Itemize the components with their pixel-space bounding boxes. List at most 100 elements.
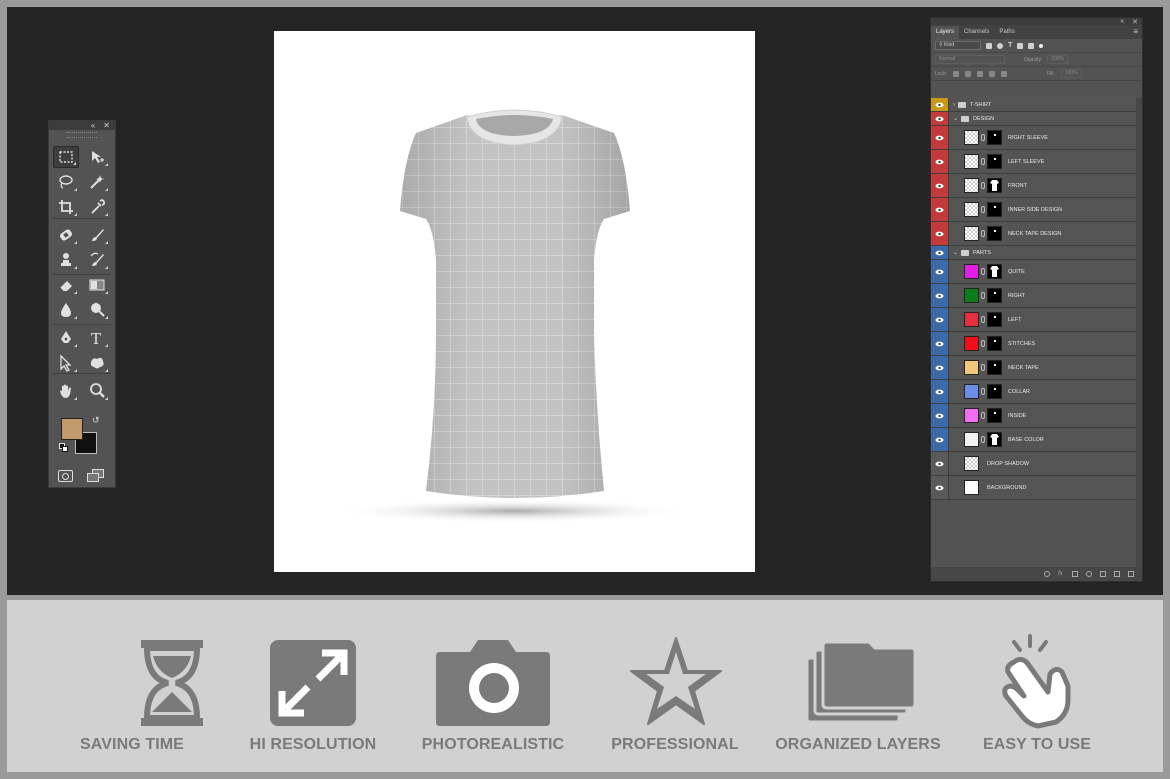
layer-visibility-toggle[interactable]	[931, 222, 949, 245]
lasso-tool[interactable]	[53, 171, 79, 193]
layer-visibility-toggle[interactable]	[931, 428, 949, 451]
layer-visibility-toggle[interactable]	[931, 356, 949, 379]
document-canvas[interactable]	[274, 31, 755, 572]
hand-tool[interactable]	[53, 380, 79, 402]
layer-row[interactable]: INNER SIDE DESIGN	[931, 198, 1136, 222]
type-tool[interactable]: T	[84, 327, 110, 349]
mask-link-icon[interactable]	[981, 230, 985, 237]
lock-all-icon[interactable]	[1000, 70, 1007, 77]
screen-mode-icon[interactable]	[87, 469, 105, 483]
mask-link-icon[interactable]	[981, 206, 985, 213]
filter-adjustment-icon[interactable]	[997, 42, 1003, 49]
layer-visibility-toggle[interactable]	[931, 380, 949, 403]
layer-row[interactable]: FRONT	[931, 174, 1136, 198]
lock-transparent-icon[interactable]	[952, 70, 959, 77]
swap-colors-icon[interactable]: ↺	[92, 415, 100, 426]
layer-mask-thumbnail[interactable]	[987, 312, 1002, 327]
gradient-tool[interactable]	[84, 274, 110, 296]
lock-position-icon[interactable]	[976, 70, 983, 77]
layer-row[interactable]: NECK TAPE	[931, 356, 1136, 380]
layer-row[interactable]: › T-SHIRT	[931, 98, 1136, 112]
mask-link-icon[interactable]	[981, 388, 985, 395]
layer-mask-thumbnail[interactable]	[987, 288, 1002, 303]
layer-mask-thumbnail[interactable]	[987, 202, 1002, 217]
layer-mask-thumbnail[interactable]	[987, 408, 1002, 423]
mask-link-icon[interactable]	[981, 292, 985, 299]
layer-visibility-toggle[interactable]	[931, 98, 949, 111]
new-group-icon[interactable]	[1100, 571, 1106, 577]
history-brush-tool[interactable]	[84, 249, 110, 271]
mask-link-icon[interactable]	[981, 316, 985, 323]
layer-row[interactable]: INSIDE	[931, 404, 1136, 428]
stamp-tool[interactable]	[53, 249, 79, 271]
layer-visibility-toggle[interactable]	[931, 150, 949, 173]
layer-mask-thumbnail[interactable]	[987, 264, 1002, 279]
layer-visibility-toggle[interactable]	[931, 198, 949, 221]
dodge-tool[interactable]	[84, 299, 110, 321]
shape-tool[interactable]	[84, 352, 110, 374]
filter-shape-icon[interactable]	[1017, 42, 1024, 49]
foreground-color-swatch[interactable]	[61, 418, 83, 440]
layer-visibility-toggle[interactable]	[931, 332, 949, 355]
collapse-icon[interactable]: «	[91, 121, 95, 130]
layer-visibility-toggle[interactable]	[931, 476, 949, 499]
panel-grip[interactable]	[67, 132, 97, 138]
lock-image-icon[interactable]	[964, 70, 971, 77]
marquee-tool[interactable]	[53, 146, 79, 168]
move-tool[interactable]	[84, 146, 110, 168]
fx-icon[interactable]: fx	[1058, 571, 1064, 577]
layer-row[interactable]: LEFT	[931, 308, 1136, 332]
group-expand-icon[interactable]: ⌄	[953, 249, 958, 256]
pen-tool[interactable]	[53, 327, 79, 349]
layer-row[interactable]: LEFT SLEEVE	[931, 150, 1136, 174]
tab-channels[interactable]: Channels	[959, 26, 994, 39]
panel-menu-icon[interactable]: ≡	[1129, 28, 1142, 39]
layer-row[interactable]: RIGHT SLEEVE	[931, 126, 1136, 150]
delete-layer-icon[interactable]	[1128, 571, 1134, 577]
new-layer-icon[interactable]	[1114, 571, 1120, 577]
tab-layers[interactable]: Layers	[931, 26, 960, 39]
magic-wand-tool[interactable]	[84, 171, 110, 193]
collapse-icon[interactable]: «	[1120, 18, 1124, 25]
mask-link-icon[interactable]	[981, 134, 985, 141]
layer-visibility-toggle[interactable]	[931, 308, 949, 331]
layer-mask-thumbnail[interactable]	[987, 226, 1002, 241]
filter-toggle-icon[interactable]	[1039, 43, 1044, 48]
layer-mask-thumbnail[interactable]	[987, 432, 1002, 447]
eraser-tool[interactable]	[53, 274, 79, 296]
blend-mode-select[interactable]: Normal	[935, 55, 1005, 64]
layer-visibility-toggle[interactable]	[931, 112, 949, 125]
layer-visibility-toggle[interactable]	[931, 404, 949, 427]
layer-row[interactable]: COLLAR	[931, 380, 1136, 404]
layer-row[interactable]: RIGHT	[931, 284, 1136, 308]
blur-tool[interactable]	[53, 299, 79, 321]
eyedropper-tool[interactable]	[84, 196, 110, 218]
mask-link-icon[interactable]	[981, 158, 985, 165]
layer-mask-thumbnail[interactable]	[987, 178, 1002, 193]
layer-row[interactable]: STITCHES	[931, 332, 1136, 356]
opacity-input[interactable]: 100%	[1047, 55, 1069, 64]
layer-mask-thumbnail[interactable]	[987, 154, 1002, 169]
healing-tool[interactable]	[53, 224, 79, 246]
layer-row[interactable]: QUITE	[931, 260, 1136, 284]
lock-artboard-icon[interactable]	[988, 70, 995, 77]
filter-pixel-icon[interactable]	[986, 42, 992, 49]
layer-row[interactable]: NECK TAPE DESIGN	[931, 222, 1136, 246]
mask-link-icon[interactable]	[981, 340, 985, 347]
filter-type-icon[interactable]: T	[1008, 42, 1012, 49]
layer-mask-thumbnail[interactable]	[987, 130, 1002, 145]
layer-visibility-toggle[interactable]	[931, 246, 949, 259]
layer-row[interactable]: BACKGROUND	[931, 476, 1136, 500]
add-mask-icon[interactable]	[1072, 571, 1078, 577]
close-icon[interactable]: ✕	[1132, 18, 1138, 26]
crop-tool[interactable]	[53, 196, 79, 218]
layer-visibility-toggle[interactable]	[931, 260, 949, 283]
filter-smart-object-icon[interactable]	[1028, 42, 1035, 49]
layer-mask-thumbnail[interactable]	[987, 384, 1002, 399]
layer-visibility-toggle[interactable]	[931, 284, 949, 307]
close-icon[interactable]: ✕	[103, 121, 110, 130]
filter-kind-select[interactable]: ⚲ Kind	[935, 41, 981, 50]
layer-visibility-toggle[interactable]	[931, 126, 949, 149]
zoom-tool[interactable]	[84, 380, 110, 402]
quick-mask-icon[interactable]	[58, 470, 73, 482]
